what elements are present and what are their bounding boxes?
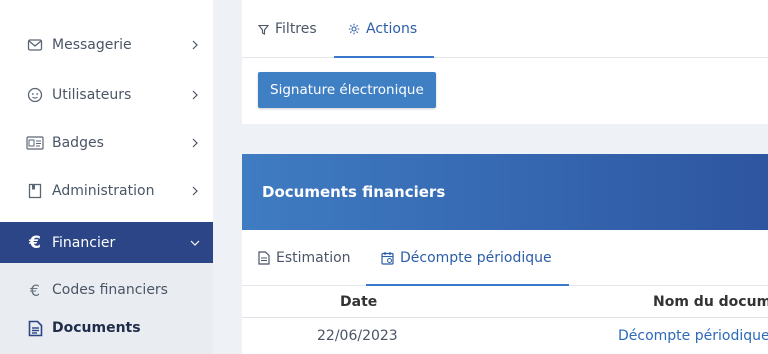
sidebar-item-financier[interactable]: € Financier <box>0 222 213 264</box>
tab-label: Filtres <box>275 21 317 37</box>
submenu-item-label: Documents <box>52 320 141 336</box>
documents-card-title: Documents financiers <box>242 154 768 230</box>
tab-label: Actions <box>366 21 418 37</box>
euro-icon: € <box>29 280 41 300</box>
content-gutter <box>213 0 242 354</box>
badge-icon <box>26 134 44 152</box>
document-icon <box>26 319 44 337</box>
submenu-item-documents[interactable]: Documents <box>0 313 213 343</box>
documents-tabs: Estimation Décompte périodique <box>242 230 768 286</box>
tab-label: Décompte périodique <box>400 250 552 266</box>
sidebar-item-messagerie[interactable]: Messagerie <box>0 24 213 66</box>
sidebar-item-label: Financier <box>52 235 116 251</box>
tab-label: Estimation <box>276 250 351 266</box>
chevron-right-icon <box>190 40 200 50</box>
euro-icon: € <box>29 233 41 253</box>
active-tab-indicator <box>334 56 434 58</box>
signature-electronique-button[interactable]: Signature électronique <box>258 72 436 108</box>
documents-card: Documents financiers Estimation Décompte… <box>242 154 768 354</box>
tab-decompte-periodique[interactable]: Décompte périodique <box>381 230 552 286</box>
top-tabs: Filtres Actions <box>242 0 768 58</box>
column-header-nom-du-document[interactable]: Nom du document <box>653 286 768 317</box>
calendar-icon <box>381 251 394 265</box>
sidebar-item-label: Messagerie <box>52 37 132 53</box>
chevron-right-icon <box>190 186 200 196</box>
tab-estimation[interactable]: Estimation <box>258 230 351 286</box>
tab-actions[interactable]: Actions <box>348 0 417 58</box>
sidebar-item-label: Administration <box>52 183 155 199</box>
sidebar-item-label: Utilisateurs <box>52 87 132 103</box>
gear-icon <box>348 23 360 35</box>
chevron-down-icon <box>190 238 200 248</box>
tab-filtres[interactable]: Filtres <box>258 0 317 58</box>
submenu-item-label: Codes financiers <box>52 282 168 298</box>
file-icon <box>258 251 270 265</box>
sidebar: Messagerie Utilisateurs Badges Administr… <box>0 0 213 354</box>
table-header: Date Nom du document <box>242 286 768 318</box>
book-icon <box>26 182 44 200</box>
sidebar-item-administration[interactable]: Administration <box>0 170 213 212</box>
column-header-date[interactable]: Date <box>340 286 377 317</box>
chevron-right-icon <box>190 138 200 148</box>
sidebar-item-utilisateurs[interactable]: Utilisateurs <box>0 74 213 116</box>
mail-icon <box>26 36 44 54</box>
sidebar-item-label: Badges <box>52 135 104 151</box>
financier-submenu: € Codes financiers Documents <box>0 263 213 354</box>
actions-card: Filtres Actions Signature électronique <box>242 0 768 124</box>
row-date: 22/06/2023 <box>317 328 398 344</box>
chevron-right-icon <box>190 90 200 100</box>
submenu-item-codes-financiers[interactable]: € Codes financiers <box>0 275 213 305</box>
user-face-icon <box>26 86 44 104</box>
sidebar-item-badges[interactable]: Badges <box>0 122 213 164</box>
table-row: 22/06/2023 Décompte périodique <box>242 318 768 354</box>
filter-icon <box>258 24 269 35</box>
row-document-link[interactable]: Décompte périodique <box>618 318 768 354</box>
